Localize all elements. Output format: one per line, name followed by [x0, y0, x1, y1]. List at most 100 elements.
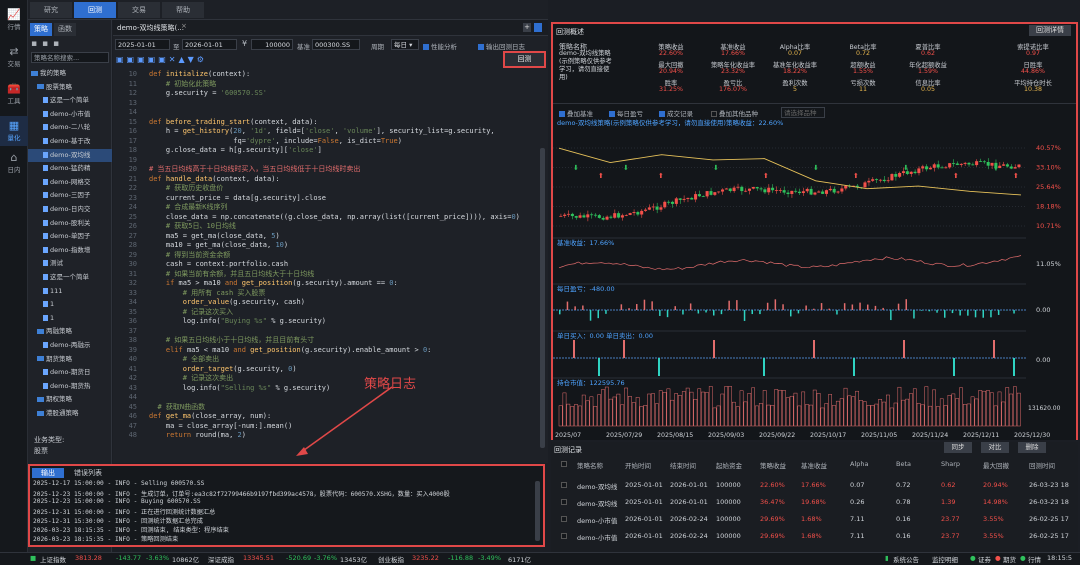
securities-status[interactable]: 证券	[978, 554, 991, 564]
table-row[interactable]: demo-双均线 2025-01-01 2026-01-01 100000 22.60%…	[551, 479, 1078, 493]
close-tab-icon[interactable]: ×	[181, 22, 187, 30]
table-cell: 0.16	[896, 515, 911, 523]
column-header[interactable]: 回测时间	[1029, 460, 1055, 470]
market-status[interactable]: 行情	[1028, 554, 1041, 564]
log-scrollbar[interactable]	[535, 481, 540, 541]
row-checkbox[interactable]	[561, 499, 567, 505]
code-token: ], security_list=g.security,	[376, 127, 495, 135]
pnl-bar	[851, 304, 854, 310]
row-checkbox[interactable]	[561, 533, 567, 539]
column-header[interactable]: 结束时间	[670, 460, 696, 470]
layout-icon[interactable]	[534, 23, 542, 32]
tree-item[interactable]: demo-双均线	[28, 148, 112, 162]
column-header[interactable]: Sharp	[941, 460, 960, 468]
idx2-name[interactable]: 深证成指	[208, 554, 234, 564]
sync-button[interactable]: 同步	[944, 442, 972, 453]
perf-checkbox[interactable]: 性能分析	[423, 41, 457, 51]
monitor-detail[interactable]: 监控明细	[932, 554, 958, 564]
tree-folder[interactable]: 期权策略	[28, 393, 112, 406]
start-date-input[interactable]: 2025-01-01	[115, 39, 170, 50]
tree-item[interactable]: demo-网格交	[28, 176, 112, 189]
rail-item-0[interactable]: 📈 行情	[0, 5, 28, 35]
table-row[interactable]: demo-双均线 2025-01-01 2026-01-01 100000 36.47%…	[551, 496, 1078, 510]
top-tab-2[interactable]: 交易	[118, 2, 160, 18]
variety-search-input[interactable]: 请选择品种	[781, 107, 825, 118]
tree-folder[interactable]: 期货策略	[28, 353, 112, 366]
chart-option-checkbox[interactable]: 叠加其他品种	[711, 108, 758, 118]
tab-strategy[interactable]: 策略	[30, 23, 52, 36]
tree-item[interactable]: demo-小市值	[28, 108, 112, 121]
top-tab-0[interactable]: 研究	[30, 2, 72, 18]
period-select[interactable]: 每日 ▾	[391, 39, 419, 50]
compare-button[interactable]: 对比	[981, 442, 1009, 453]
table-row[interactable]: demo-小市值 2026-01-01 2026-02-24 100000 29.69%…	[551, 513, 1078, 527]
column-header[interactable]: 起始资金	[716, 460, 742, 470]
add-icon[interactable]: ▪	[31, 39, 37, 49]
tree-item[interactable]: demo-股利关	[28, 217, 112, 230]
tree-item[interactable]: demo-二八轮	[28, 121, 112, 134]
add-tab-icon[interactable]: +	[523, 23, 531, 32]
idx3-name[interactable]: 创业板指	[378, 554, 404, 564]
tree-item-label: 这是一个简单	[50, 273, 89, 281]
top-tab-1[interactable]: 回测	[74, 2, 116, 18]
tree-item[interactable]: demo-期货日	[28, 366, 112, 379]
tree-item[interactable]: demo-指数增	[28, 244, 112, 257]
rail-item-2[interactable]: 🧰 工具	[0, 79, 28, 109]
futures-status[interactable]: 期货	[1003, 554, 1016, 564]
chart-option-checkbox[interactable]: 每日盈亏	[609, 108, 643, 118]
tree-item[interactable]: 这是一个简单	[28, 271, 112, 284]
tree-item[interactable]: 测试	[28, 257, 112, 270]
column-header[interactable]: 策略名称	[577, 460, 603, 470]
tree-item[interactable]: 111	[28, 285, 112, 298]
column-header[interactable]: Beta	[896, 460, 911, 468]
tree-item[interactable]: 1	[28, 312, 112, 325]
tree-folder[interactable]: 港股通策略	[28, 407, 112, 420]
tree-folder[interactable]: 两融策略	[28, 325, 112, 338]
row-checkbox[interactable]	[561, 516, 567, 522]
output-log-checkbox[interactable]: 输出回测日志	[478, 41, 525, 51]
tree-folder[interactable]: 我的策略	[28, 67, 112, 80]
editor-toolbar-icons[interactable]: ▣▣▣▣▣✕▲▼⚙	[116, 55, 226, 65]
tree-item[interactable]: 1	[28, 298, 112, 311]
tree-item[interactable]: demo-期货热	[28, 380, 112, 393]
column-header[interactable]: 开始时间	[625, 460, 651, 470]
delete-button[interactable]: 删除	[1018, 442, 1046, 453]
editor-tab[interactable]: demo-双均线策略(...	[117, 23, 184, 33]
column-header[interactable]: 基准收益	[801, 460, 827, 470]
tab-output[interactable]: 输出	[32, 468, 64, 478]
tree-item[interactable]: demo-猛药精	[28, 162, 112, 175]
chart-option-checkbox[interactable]: 成交记录	[659, 108, 693, 118]
tab-errors[interactable]: 错误列表	[68, 468, 108, 478]
strategy-search-input[interactable]: 策略名称搜索...	[31, 52, 109, 63]
tree-item[interactable]: demo-三因子	[28, 189, 112, 202]
performance-chart[interactable]: demo-双均线策略(示例策略仅供参考学习，请勿直接使用)策略收益：22.60%…	[553, 118, 1076, 440]
capital-input[interactable]: 100000	[251, 39, 293, 50]
row-checkbox[interactable]	[561, 482, 567, 488]
column-header[interactable]: Alpha	[850, 460, 868, 468]
chart-option-checkbox[interactable]: 叠加基准	[559, 108, 593, 118]
tree-item[interactable]: 这是一个简单	[28, 94, 112, 107]
new-folder-icon[interactable]: ▪	[42, 39, 48, 49]
top-tab-3[interactable]: 帮助	[162, 2, 204, 18]
rail-item-3[interactable]: ▦ 量化	[0, 116, 28, 146]
tab-functions[interactable]: 函数	[54, 23, 76, 36]
idx1-name[interactable]: 上证指数	[40, 554, 66, 564]
editor-scrollbar[interactable]	[540, 148, 545, 448]
select-all-checkbox[interactable]	[561, 461, 567, 467]
column-header[interactable]: 策略收益	[760, 460, 786, 470]
tree-item[interactable]: demo-单因子	[28, 230, 112, 243]
column-header[interactable]: 最大回撤	[983, 460, 1009, 470]
rail-item-4[interactable]: ⌂ 日内	[0, 148, 28, 178]
biz-type-value[interactable]: 股票	[34, 446, 48, 456]
rail-item-1[interactable]: ⇄ 交易	[0, 42, 28, 72]
end-date-input[interactable]: 2026-01-01	[182, 39, 237, 50]
bench-input[interactable]: 000300.SS	[312, 39, 360, 50]
system-notice[interactable]: 系统公告	[893, 554, 919, 564]
import-icon[interactable]: ▪	[53, 39, 59, 49]
run-backtest-button[interactable]: 回测	[503, 51, 546, 68]
tree-item[interactable]: demo-两融示	[28, 339, 112, 352]
tree-folder[interactable]: 股票策略	[28, 81, 112, 94]
table-row[interactable]: demo-小市值 2026-01-01 2026-02-24 100000 29.69%…	[551, 530, 1078, 544]
tree-item[interactable]: demo-日内交	[28, 203, 112, 216]
tree-item[interactable]: demo-基于改	[28, 135, 112, 148]
